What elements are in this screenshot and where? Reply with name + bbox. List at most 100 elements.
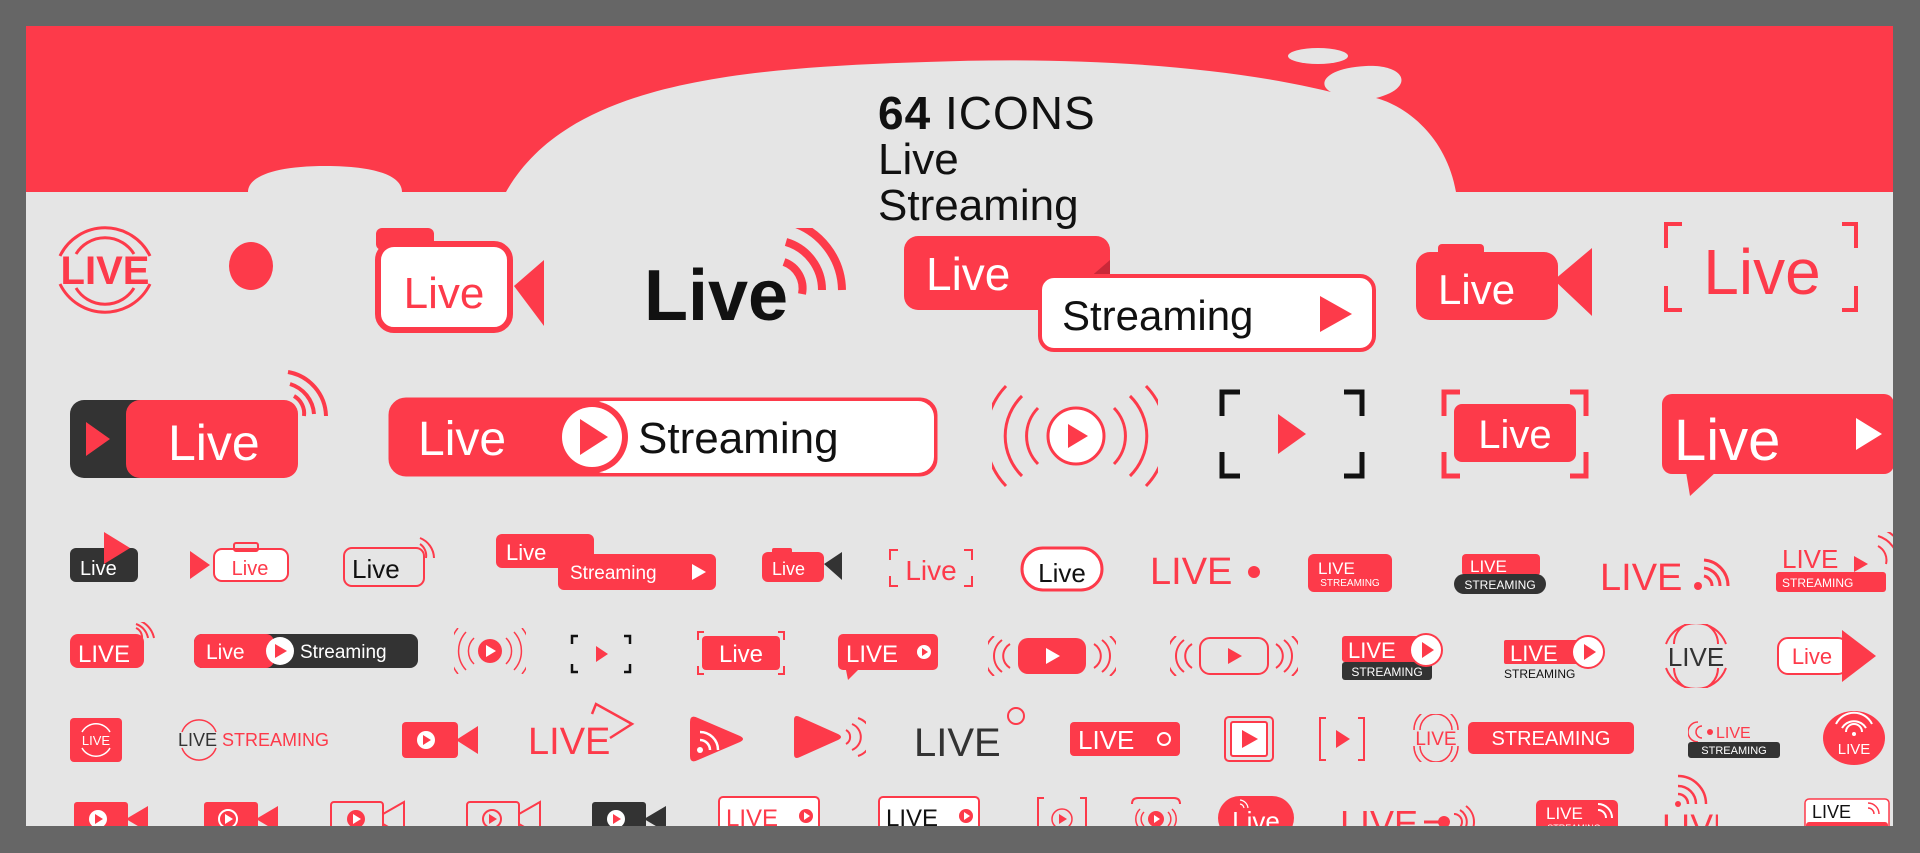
svg-text:LIVE: LIVE — [1348, 638, 1396, 663]
svg-text:STREAMING: STREAMING — [1464, 578, 1535, 592]
live-streaming-play-circle-icon: LIVE STREAMING — [1504, 635, 1605, 681]
icon-count: 64 — [878, 87, 932, 139]
svg-text:Live: Live — [1438, 266, 1515, 313]
svg-text:LIVE: LIVE — [1510, 641, 1558, 666]
play-pill-waves-outline-icon — [1170, 636, 1298, 676]
svg-text:LIVE: LIVE — [914, 721, 1001, 760]
live-record-circle-icon: LIVE — [914, 707, 1025, 760]
svg-text:Live: Live — [1674, 408, 1780, 473]
broadcast-play-frame-icon — [1131, 797, 1181, 826]
svg-text:LIVE: LIVE — [1546, 804, 1583, 823]
title-streaming: Streaming — [878, 181, 1079, 230]
svg-text:STREAMING: STREAMING — [222, 730, 329, 750]
live-streaming-outline-box-icon: LIVE STREAMING — [1804, 798, 1890, 826]
svg-text:LIVE: LIVE — [1150, 551, 1232, 588]
svg-text:LIVE: LIVE — [1470, 557, 1507, 576]
svg-text:LIVE: LIVE — [1662, 808, 1718, 826]
live-concentric-circles-icon: LIVE — [58, 226, 152, 314]
svg-text:Live: Live — [206, 641, 245, 664]
live-oval-outline-icon: Live — [1020, 546, 1104, 592]
record-dot-icon — [229, 242, 273, 290]
svg-text:LIVE: LIVE — [78, 641, 130, 668]
svg-text:STREAMING: STREAMING — [1504, 667, 1575, 681]
live-caps-ring-icon: LIVE — [1070, 722, 1180, 756]
live-arrow-outline-icon: Live — [1777, 630, 1876, 682]
title-block: 64 ICONS Live Streaming — [878, 90, 1096, 228]
live-outline-wifi-icon: Live — [343, 537, 435, 587]
live-pill-wifi-dot-icon: Live — [1218, 796, 1294, 826]
camera-play-outline-ring-icon — [466, 800, 541, 826]
camera-play-ring-icon — [204, 802, 278, 826]
svg-text:STREAMING: STREAMING — [1547, 823, 1601, 826]
svg-text:Streaming: Streaming — [638, 414, 839, 463]
svg-text:STREAMING: STREAMING — [1320, 578, 1380, 589]
svg-text:LIVE: LIVE — [886, 805, 938, 826]
svg-text:Live: Live — [905, 555, 956, 586]
live-streaming-play-wifi-icon: LIVE STREAMING — [1776, 532, 1893, 592]
play-pill-waves-filled-icon — [988, 636, 1116, 676]
svg-text:LIVE: LIVE — [61, 249, 150, 293]
live-play-streaming-dark-icon: Live Streaming — [194, 634, 418, 668]
live-square-concentric-icon: LIVE — [70, 718, 122, 762]
camera-outline-live-icon: Live — [375, 228, 544, 333]
title-live: Live — [878, 135, 959, 184]
camera-play-outline-icon — [330, 800, 405, 826]
live-play-streaming-pill-icon: Live Streaming — [388, 397, 938, 477]
svg-text:Streaming: Streaming — [300, 642, 387, 663]
live-line-dot-waves-icon: LIVE — [1340, 803, 1475, 826]
banner-bubble — [1288, 48, 1348, 64]
live-brackets-small-icon: Live — [889, 549, 973, 587]
play-square-frame-icon — [1224, 716, 1274, 762]
camera-play-filled-icon — [74, 802, 148, 826]
svg-text:LIVE: LIVE — [178, 730, 217, 750]
live-caps-play-bubble-icon: LIVE — [838, 634, 938, 680]
svg-text:Streaming: Streaming — [1062, 292, 1253, 339]
svg-text:STREAMING: STREAMING — [1351, 665, 1422, 679]
svg-text:Live: Live — [719, 641, 763, 668]
live-bubble-outline-red-icon: LIVE — [718, 796, 820, 826]
svg-text:Live: Live — [232, 558, 269, 580]
live-broadcast-dark-label-icon: LIVE STREAMING — [1688, 721, 1780, 758]
svg-text:Live: Live — [418, 413, 506, 466]
svg-text:Live: Live — [926, 248, 1010, 300]
wifi-play-triangle-icon — [690, 716, 743, 762]
live-caps-wifi-icon: LIVE — [1600, 557, 1730, 594]
svg-text:Live: Live — [506, 540, 546, 565]
svg-text:Live: Live — [772, 559, 805, 579]
svg-text:LIVE: LIVE — [1782, 544, 1838, 574]
live-streaming-stacked-icon: Live Streaming — [904, 236, 1376, 352]
svg-text:Live: Live — [1232, 806, 1280, 826]
live-dark-play-corner-icon: Live — [70, 532, 138, 582]
broadcast-play-icon — [992, 384, 1158, 488]
live-caps-dot-icon: LIVE — [1150, 551, 1260, 588]
icons-word: ICONS — [944, 87, 1096, 139]
viewfinder-play-small-icon — [570, 634, 632, 674]
live-streaming-concentric-text-icon: LIVE STREAMING — [178, 719, 329, 761]
svg-text:STREAMING: STREAMING — [1492, 728, 1611, 750]
live-speech-bubble-icon: Live — [1662, 394, 1893, 496]
svg-text:LIVE: LIVE — [1838, 741, 1871, 758]
live-streaming-wifi-box-icon: LIVE STREAMING — [1308, 554, 1392, 592]
viewfinder-play-black-icon — [1219, 389, 1365, 479]
svg-text:LIVE: LIVE — [846, 641, 898, 668]
svg-text:Live: Live — [352, 554, 400, 584]
live-viewfinder-filled-icon: Live — [1441, 389, 1589, 479]
svg-text:LIVE: LIVE — [1716, 725, 1751, 742]
live-caps-wifi-box-icon: LIVE — [70, 622, 155, 668]
live-viewfinder-icon: Live — [1664, 222, 1858, 312]
live-bubble-outline-black-icon: LIVE — [878, 796, 980, 826]
live-concentric-dark-icon: LIVE — [1665, 624, 1727, 688]
live-dark-play-wifi-icon: Live — [70, 370, 328, 478]
svg-text:Live: Live — [1703, 236, 1820, 308]
live-viewfinder-filled-small-icon: Live — [697, 631, 785, 675]
live-circle-wifi-icon: LIVE — [1823, 711, 1885, 765]
svg-text:Live: Live — [1792, 644, 1832, 669]
svg-text:LIVE: LIVE — [1812, 802, 1851, 822]
icon-sheet: 64 ICONS Live Streaming LIVE Live Live L… — [26, 26, 1893, 826]
svg-text:STREAMING: STREAMING — [1701, 745, 1766, 757]
live-concentric-streaming-pill-icon: LIVE STREAMING — [1413, 714, 1634, 762]
live-wifi-tall-icon: LIVE — [1662, 774, 1718, 826]
camera-filled-live-icon: Live — [1416, 244, 1592, 320]
play-sound-waves-icon — [794, 716, 866, 758]
svg-text:LIVE: LIVE — [1668, 642, 1724, 672]
